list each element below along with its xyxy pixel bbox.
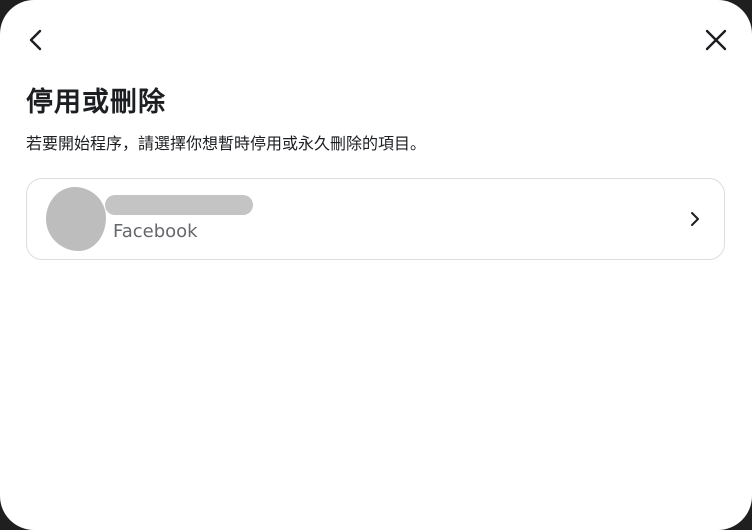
account-name-redacted: [105, 195, 253, 215]
close-button[interactable]: [698, 22, 734, 58]
deactivate-or-delete-dialog: 停用或刪除 若要開始程序，請選擇你想暫時停用或永久刪除的項目。 Facebook: [0, 0, 752, 530]
page-subtitle: 若要開始程序，請選擇你想暫時停用或永久刪除的項目。: [26, 134, 427, 153]
avatar: [46, 187, 106, 251]
account-card-facebook[interactable]: Facebook: [26, 178, 725, 260]
chevron-right-icon: [685, 209, 705, 229]
chevron-left-icon: [29, 29, 42, 51]
back-button[interactable]: [18, 22, 54, 58]
account-platform-label: Facebook: [113, 221, 198, 242]
page-title: 停用或刪除: [26, 87, 166, 118]
close-icon: [705, 29, 727, 51]
